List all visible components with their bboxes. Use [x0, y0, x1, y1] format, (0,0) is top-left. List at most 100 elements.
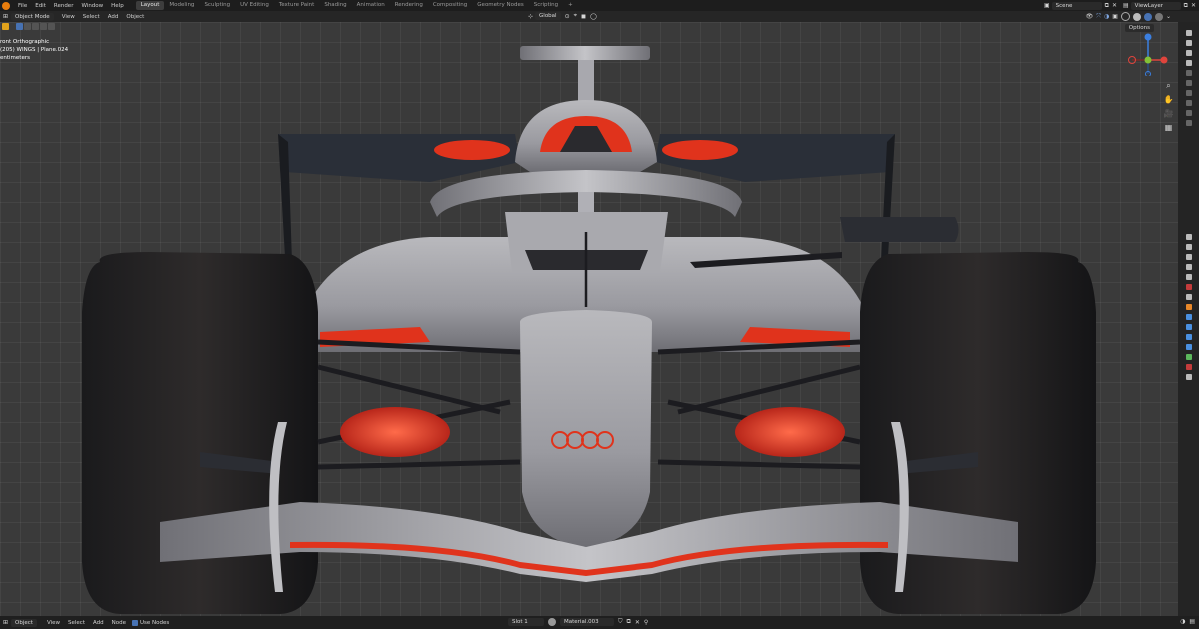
menu-file[interactable]: File: [14, 3, 31, 9]
render-properties-icon[interactable]: [1185, 244, 1192, 250]
header-menu-object[interactable]: Object: [122, 14, 148, 20]
slot-selector[interactable]: Slot 1: [508, 618, 544, 626]
material-name-field[interactable]: Material.003: [560, 618, 614, 626]
tab-sculpting[interactable]: Sculpting: [199, 1, 235, 10]
node-menu-select[interactable]: Select: [64, 620, 89, 626]
tab-layout[interactable]: Layout: [135, 1, 165, 10]
visibility-eye-icon-5[interactable]: [1185, 110, 1192, 116]
shading-options-icon[interactable]: ⌄: [1166, 13, 1171, 20]
camera-icon[interactable]: [1185, 40, 1192, 46]
new-view-layer-icon[interactable]: ⧉: [1184, 2, 1188, 10]
shader-type-selector[interactable]: Object: [11, 618, 37, 627]
tab-scripting[interactable]: Scripting: [529, 1, 563, 10]
add-workspace-button[interactable]: +: [563, 1, 578, 10]
texture-properties-icon[interactable]: [1185, 374, 1192, 380]
view-layer-icon: ▤: [1123, 2, 1129, 9]
scene-selector[interactable]: Scene: [1051, 1, 1102, 10]
use-nodes-checkbox[interactable]: Use Nodes: [132, 619, 169, 626]
node-menu-node[interactable]: Node: [108, 620, 130, 626]
tab-rendering[interactable]: Rendering: [390, 1, 428, 10]
editor-type-icon[interactable]: ⊞: [3, 13, 8, 20]
material-properties-icon[interactable]: [1185, 364, 1192, 370]
shading-solid-icon[interactable]: [1132, 12, 1141, 21]
f1-car-model: [82, 46, 1096, 614]
menu-edit[interactable]: Edit: [31, 3, 50, 9]
top-right-group: ▣ Scene ⧉ ✕ ▤ ViewLayer ⧉ ✕: [1044, 0, 1199, 11]
unlink-material-icon[interactable]: ✕: [635, 619, 640, 626]
scene-properties-icon[interactable]: [1185, 274, 1192, 280]
tool-properties-icon[interactable]: [1185, 234, 1192, 240]
overlay-toggle-icon[interactable]: ◑: [1104, 13, 1109, 20]
header-menu-view[interactable]: View: [58, 14, 79, 20]
shading-rendered-icon[interactable]: [1154, 12, 1163, 21]
physics-properties-icon[interactable]: [1185, 334, 1192, 340]
header-menu-select[interactable]: Select: [79, 14, 104, 20]
3d-viewport[interactable]: ront Orthographic (205) WINGS | Plane.02…: [0, 22, 1178, 616]
particles-properties-icon[interactable]: [1185, 324, 1192, 330]
shading-controls: 👁 ⤧ ◑ ▣ ⌄: [1086, 12, 1171, 21]
camera-icon-2[interactable]: [1185, 50, 1192, 56]
camera-view-icon[interactable]: 🎥: [1163, 108, 1174, 119]
output-properties-icon[interactable]: [1185, 254, 1192, 260]
world-properties-icon[interactable]: [1185, 284, 1192, 290]
tab-animation[interactable]: Animation: [352, 1, 390, 10]
orientation-icon: ⊹: [528, 12, 534, 20]
node-overlay-icon[interactable]: ◑: [1180, 618, 1185, 625]
visibility-eye-icon-2[interactable]: [1185, 80, 1192, 86]
navigation-gizmo[interactable]: [1128, 30, 1168, 76]
data-properties-icon[interactable]: [1185, 354, 1192, 360]
node-sidebar-icon[interactable]: ▤: [1189, 618, 1195, 625]
shading-wireframe-icon[interactable]: [1120, 12, 1130, 21]
constraints-properties-icon[interactable]: [1185, 344, 1192, 350]
fake-user-icon[interactable]: ⛉: [618, 618, 623, 626]
node-editor-type-icon[interactable]: ⊞: [3, 619, 8, 626]
grid-toggle-icon[interactable]: ▦: [1163, 122, 1174, 133]
snap-target-icon[interactable]: ◼: [581, 13, 586, 20]
visibility-eye-icon-3[interactable]: [1185, 90, 1192, 96]
new-scene-icon[interactable]: ⧉: [1105, 2, 1109, 10]
xray-toggle-icon[interactable]: ▣: [1112, 13, 1118, 20]
proportional-edit-icon[interactable]: ◯: [590, 13, 597, 20]
tab-compositing[interactable]: Compositing: [428, 1, 472, 10]
menu-render[interactable]: Render: [50, 3, 78, 9]
pin-icon[interactable]: ⚲: [644, 619, 648, 626]
viewport-header: ⊞ Object Mode View Select Add Object ⊹ G…: [0, 11, 1199, 22]
pivot-icon[interactable]: ⊙: [565, 13, 570, 20]
collection-properties-icon[interactable]: [1185, 294, 1192, 300]
material-slot-group: Slot 1 Material.003 ⛉ ⧉ ✕ ⚲: [508, 618, 648, 626]
tab-modeling[interactable]: Modeling: [164, 1, 199, 10]
object-properties-icon[interactable]: [1185, 304, 1192, 310]
zoom-icon[interactable]: ⌕: [1163, 80, 1174, 91]
delete-scene-icon[interactable]: ✕: [1112, 2, 1117, 9]
visibility-eye-icon-4[interactable]: [1185, 100, 1192, 106]
blender-logo-icon[interactable]: [2, 1, 10, 10]
menu-help[interactable]: Help: [107, 3, 128, 9]
node-menu-view[interactable]: View: [43, 620, 64, 626]
modifier-properties-icon[interactable]: [1185, 314, 1192, 320]
pan-hand-icon[interactable]: ✋: [1163, 94, 1174, 105]
shading-material-icon[interactable]: [1143, 12, 1152, 21]
tab-shading[interactable]: Shading: [319, 1, 351, 10]
camera-icon-3[interactable]: [1185, 60, 1192, 66]
transform-orientation-selector[interactable]: Global: [535, 12, 561, 20]
outliner-toggle-icon[interactable]: [1185, 30, 1192, 36]
view-layer-selector[interactable]: ViewLayer: [1130, 1, 1181, 10]
menu-window[interactable]: Window: [77, 3, 107, 9]
duplicate-material-icon[interactable]: ⧉: [627, 618, 631, 626]
outliner-spacer: [1178, 130, 1199, 230]
mode-selector[interactable]: Object Mode: [11, 12, 54, 21]
visibility-eye-icon-6[interactable]: [1185, 120, 1192, 126]
tab-uv-editing[interactable]: UV Editing: [235, 1, 274, 10]
node-menu-add[interactable]: Add: [89, 620, 108, 626]
tab-geometry-nodes[interactable]: Geometry Nodes: [472, 1, 528, 10]
tab-texture-paint[interactable]: Texture Paint: [274, 1, 320, 10]
material-sphere-icon[interactable]: [548, 618, 556, 626]
snap-icon[interactable]: ⌖: [574, 12, 577, 20]
header-menu-add[interactable]: Add: [104, 14, 123, 20]
properties-tab-strip: [1178, 22, 1199, 616]
gizmo-toggle-icon[interactable]: ⤧: [1096, 13, 1101, 21]
view-layer-properties-icon[interactable]: [1185, 264, 1192, 270]
visibility-eye-icon[interactable]: [1185, 70, 1192, 76]
delete-view-layer-icon[interactable]: ✕: [1191, 2, 1196, 9]
visibility-icon[interactable]: 👁: [1086, 13, 1094, 20]
